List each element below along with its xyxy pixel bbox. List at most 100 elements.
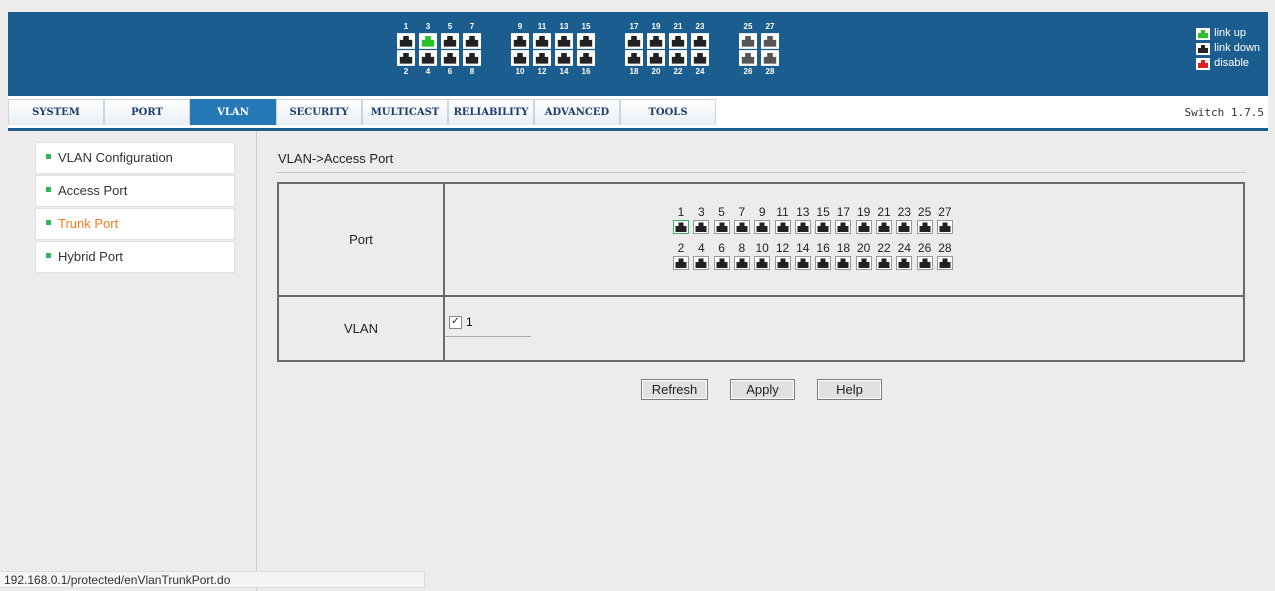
vlan-option[interactable]: ✓ 1 [449, 315, 473, 329]
legend-link-up: link up [1196, 26, 1260, 41]
header-port-number: 11 [537, 22, 547, 31]
port-link-up-icon [419, 33, 437, 49]
tab-tools[interactable]: TOOLS [620, 99, 716, 125]
port-icon[interactable] [936, 220, 953, 234]
port-icon[interactable] [754, 220, 771, 234]
port-icon[interactable] [815, 256, 832, 270]
port-icon[interactable] [794, 220, 811, 234]
header-port-number: 10 [515, 67, 525, 76]
port-icon[interactable] [794, 256, 811, 270]
port-icon[interactable] [733, 256, 750, 270]
port-number-label: 27 [938, 205, 952, 219]
header-port-column: 19 20 [646, 22, 666, 77]
port-icon[interactable] [916, 256, 933, 270]
port-number-label: 7 [738, 205, 746, 219]
port-link-down-icon [397, 50, 415, 66]
port-number-label: 26 [917, 241, 932, 255]
header-port-column: 23 24 [690, 22, 710, 77]
port-number-label: 8 [738, 241, 746, 255]
sidebar-item-trunk-port[interactable]: Trunk Port [35, 208, 235, 240]
header-port-number: 20 [651, 67, 661, 76]
port-number-label: 5 [718, 205, 725, 219]
header-port-number: 19 [651, 22, 661, 31]
port-icon[interactable] [774, 220, 791, 234]
legend-label-disable: disable [1214, 57, 1249, 69]
port-number-label: 20 [857, 241, 871, 255]
port-selected-icon[interactable] [673, 220, 689, 234]
vlan-scroll-divider [445, 336, 531, 337]
tab-security[interactable]: SECURITY [276, 99, 362, 125]
port-icon[interactable] [774, 256, 791, 270]
header-port-number: 14 [559, 67, 569, 76]
legend-disable: disable [1196, 56, 1260, 71]
header-port-number: 18 [629, 67, 639, 76]
tab-system[interactable]: SYSTEM [8, 99, 104, 125]
header-port-column: 78 [462, 22, 482, 77]
port-icon[interactable] [733, 220, 750, 234]
port-number-label: 23 [897, 205, 911, 219]
port-number-label: 28 [938, 241, 952, 255]
sidebar-item-hybrid-port[interactable]: Hybrid Port [35, 241, 235, 273]
tab-port[interactable]: PORT [104, 99, 190, 125]
bullet-icon [46, 187, 51, 193]
port-icon[interactable] [876, 220, 892, 234]
port-link-up-icon [1196, 27, 1211, 40]
header-port-number: 17 [629, 22, 639, 31]
tab-advanced[interactable]: ADVANCED [534, 99, 620, 125]
port-link-down-icon [511, 33, 529, 49]
port-icon[interactable] [876, 256, 892, 270]
port-icon[interactable] [713, 256, 730, 270]
header-port-column: 27 28 [760, 22, 780, 77]
refresh-button[interactable]: Refresh [641, 379, 708, 400]
header-port-number: 13 [559, 22, 569, 31]
port-link-down-icon [691, 50, 709, 66]
port-icon[interactable] [815, 220, 832, 234]
port-number-label: 1 [677, 205, 685, 219]
port-legend: link up link down disable [1196, 26, 1260, 71]
port-icon[interactable] [936, 256, 953, 270]
port-icon[interactable] [855, 220, 872, 234]
port-link-down-icon [555, 50, 573, 66]
header-port-number: 21 [673, 22, 683, 31]
port-icon[interactable] [754, 256, 771, 270]
port-number-label: 11 [776, 205, 789, 219]
port-icon[interactable] [896, 256, 913, 270]
port-icon[interactable] [673, 256, 689, 270]
port-number-label: 12 [775, 241, 790, 255]
port-icon[interactable] [835, 256, 852, 270]
port-number-label: 16 [816, 241, 830, 255]
tab-multicast[interactable]: MULTICAST [362, 99, 448, 125]
sidebar-item-label: Trunk Port [58, 216, 119, 231]
header-port-number: 4 [425, 67, 431, 76]
port-number-label: 22 [877, 241, 891, 255]
port-icon[interactable] [713, 220, 730, 234]
header-port-column: 12 [396, 22, 416, 77]
port-link-down-icon [511, 50, 529, 66]
port-label: Port [279, 184, 445, 295]
port-icon[interactable] [835, 220, 852, 234]
header-port-number: 16 [581, 67, 591, 76]
port-icon[interactable] [896, 220, 913, 234]
port-link-down-icon [555, 33, 573, 49]
header-port-column: 13 14 [554, 22, 574, 77]
status-bar-url: 192.168.0.1/protected/enVlanTrunkPort.do [0, 571, 425, 588]
port-number-label: 15 [816, 205, 830, 219]
sidebar-item-vlan-configuration[interactable]: VLAN Configuration [35, 142, 235, 174]
port-link-down-icon [1196, 42, 1211, 55]
port-link-down-icon [647, 50, 665, 66]
tab-vlan[interactable]: VLAN [190, 99, 276, 125]
help-button[interactable]: Help [817, 379, 882, 400]
fiber-port-icon [761, 33, 779, 49]
port-icon[interactable] [693, 256, 710, 270]
header-port-number: 5 [447, 22, 453, 31]
port-icon[interactable] [916, 220, 933, 234]
port-number-label: 14 [796, 241, 810, 255]
port-icon[interactable] [855, 256, 872, 270]
apply-button[interactable]: Apply [730, 379, 795, 400]
sidebar-item-label: VLAN Configuration [58, 150, 173, 165]
tab-reliability[interactable]: RELIABILITY [448, 99, 534, 125]
sidebar-item-access-port[interactable]: Access Port [35, 175, 235, 207]
vlan-checkbox[interactable]: ✓ [449, 315, 462, 329]
port-icon[interactable] [693, 220, 710, 234]
sidebar: VLAN Configuration Access Port Trunk Por… [8, 131, 257, 591]
